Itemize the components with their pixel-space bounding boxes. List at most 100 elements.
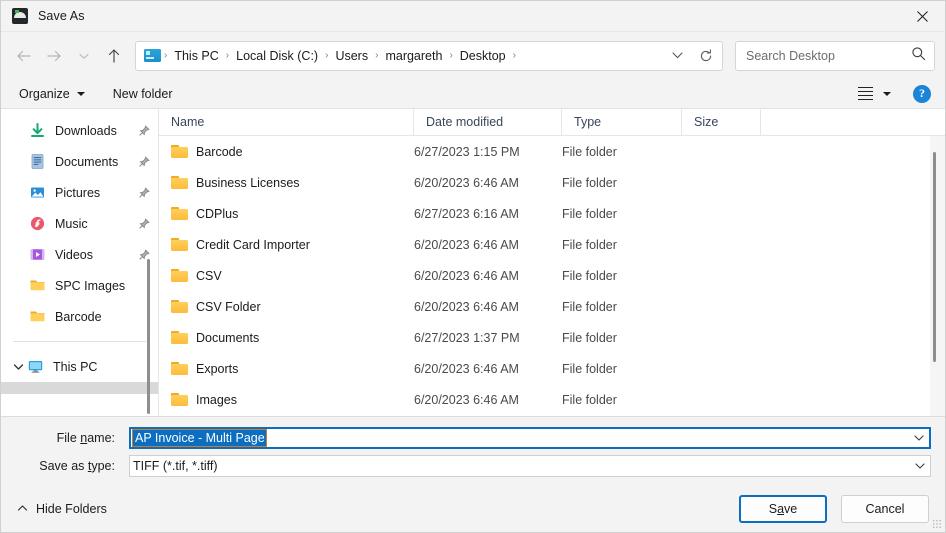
save-as-dialog: Save As › This PC › Local Disk (C:) › Us… <box>0 0 946 533</box>
recent-locations-chevron-down-icon[interactable] <box>69 41 99 71</box>
navigation-sidebar: Downloads Documents Pictures Music Video… <box>1 109 158 416</box>
sidebar-item-downloads[interactable]: Downloads <box>1 115 158 146</box>
file-name-cell: Business Licenses <box>159 175 414 190</box>
save-button[interactable]: Sa ve <box>739 494 827 523</box>
table-row[interactable]: Barcode 6/27/2023 1:15 PM File folder <box>159 136 945 167</box>
table-row[interactable]: CSV Folder 6/20/2023 6:46 AM File folder <box>159 291 945 322</box>
file-name-chevron-down-icon[interactable] <box>909 429 929 447</box>
hide-folders-label: Hide Folders <box>36 501 107 516</box>
sidebar-item-this-pc[interactable]: This PC <box>1 351 158 382</box>
breadcrumb-local-disk[interactable]: Local Disk (C:) <box>230 46 324 66</box>
file-date-cell: 6/27/2023 6:16 AM <box>414 206 519 221</box>
sidebar-item-partial[interactable] <box>1 382 158 394</box>
file-name-cell: Barcode <box>159 144 414 159</box>
sidebar-scrollbar[interactable] <box>147 259 150 414</box>
save-label-post: ve <box>784 501 798 516</box>
folder-icon <box>171 144 188 159</box>
file-list-pane: Name ⌃ Date modified Type Size <box>159 109 945 416</box>
pin-icon[interactable] <box>138 155 150 168</box>
column-header-date-modified[interactable]: Date modified <box>414 109 562 136</box>
column-header-size-label: Size <box>694 115 719 129</box>
resize-grip[interactable] <box>932 519 942 529</box>
new-folder-button[interactable]: New folder <box>107 85 179 103</box>
this-pc-icon <box>144 49 161 62</box>
file-name-label-post: ame: <box>87 431 115 445</box>
file-date-cell: 6/20/2023 6:46 AM <box>414 361 519 376</box>
sidebar-item-pictures[interactable]: Pictures <box>1 177 158 208</box>
file-name-cell: Documents <box>159 330 414 345</box>
table-row[interactable]: Images 6/20/2023 6:46 AM File folder <box>159 384 945 415</box>
table-row[interactable]: Business Licenses 6/20/2023 6:46 AM File… <box>159 167 945 198</box>
breadcrumb-margareth[interactable]: margareth <box>379 46 448 66</box>
sort-ascending-icon: ⌃ <box>286 109 294 115</box>
sidebar-item-label: Barcode <box>55 309 102 324</box>
search-input[interactable]: Search Desktop <box>746 49 911 63</box>
sidebar-item-spc-images[interactable]: SPC Images <box>1 270 158 301</box>
sidebar-divider <box>13 341 146 342</box>
file-name-cell: CSV <box>159 268 414 283</box>
column-header-size[interactable]: Size <box>682 109 761 136</box>
save-label-pre: S <box>768 501 778 516</box>
table-row[interactable]: CSV 6/20/2023 6:46 AM File folder <box>159 260 945 291</box>
sidebar-item-label: Downloads <box>55 123 117 138</box>
forward-arrow-icon[interactable] <box>39 41 69 71</box>
close-icon[interactable] <box>899 1 945 32</box>
column-header-type[interactable]: Type <box>562 109 682 136</box>
chevron-up-icon <box>17 504 28 514</box>
hide-folders-button[interactable]: Hide Folders <box>13 498 111 520</box>
sidebar-item-label: Pictures <box>55 185 101 200</box>
breadcrumb-desktop[interactable]: Desktop <box>454 46 512 66</box>
file-type-cell: File folder <box>562 299 617 314</box>
address-bar[interactable]: › This PC › Local Disk (C:) › Users › ma… <box>135 40 723 71</box>
video-icon <box>29 246 46 263</box>
save-as-type-chevron-down-icon[interactable] <box>910 456 930 476</box>
sidebar-item-videos[interactable]: Videos <box>1 239 158 270</box>
download-icon <box>29 122 46 139</box>
back-arrow-icon[interactable] <box>9 41 39 71</box>
file-name-cell: CSV Folder <box>159 299 414 314</box>
new-folder-label: New folder <box>112 86 173 101</box>
save-as-type-row: Save as type: TIFF (*.tif, *.tiff) <box>15 455 931 477</box>
file-date-cell: 6/20/2023 6:46 AM <box>414 268 519 283</box>
cancel-button[interactable]: Cancel <box>841 494 929 523</box>
folder-icon <box>171 299 188 314</box>
table-row[interactable]: Documents 6/27/2023 1:37 PM File folder <box>159 322 945 353</box>
folder-icon <box>29 277 46 294</box>
scanner-icon <box>12 8 28 24</box>
up-arrow-icon[interactable] <box>99 41 129 71</box>
sidebar-item-barcode[interactable]: Barcode <box>1 301 158 332</box>
music-icon <box>29 215 46 232</box>
file-name-value[interactable]: AP Invoice - Multi Page <box>132 429 267 447</box>
address-chevron-down-icon[interactable] <box>664 42 690 70</box>
help-icon[interactable]: ? <box>913 84 931 103</box>
file-name-label: CDPlus <box>196 206 239 221</box>
table-row[interactable]: CDPlus 6/27/2023 6:16 AM File folder <box>159 198 945 229</box>
save-as-type-label-post: ype: <box>91 459 115 473</box>
organize-button[interactable]: Organize <box>13 85 91 103</box>
chevron-down-icon[interactable] <box>9 363 27 371</box>
breadcrumb-users[interactable]: Users <box>329 46 374 66</box>
file-type-cell: File folder <box>562 144 617 159</box>
sidebar-item-label: Documents <box>55 154 119 169</box>
column-header-filler <box>761 109 945 136</box>
file-name-label: Credit Card Importer <box>196 237 310 252</box>
column-header-date-label: Date modified <box>426 115 504 129</box>
save-as-type-select[interactable]: TIFF (*.tif, *.tiff) <box>129 455 931 477</box>
sidebar-item-documents[interactable]: Documents <box>1 146 158 177</box>
file-list-scrollbar-thumb[interactable] <box>933 152 936 362</box>
view-options-button[interactable] <box>854 85 895 103</box>
refresh-icon[interactable] <box>690 42 722 70</box>
folder-icon <box>171 361 188 376</box>
search-box[interactable]: Search Desktop <box>735 40 935 71</box>
breadcrumb-separator: › <box>512 50 516 61</box>
column-header-name[interactable]: Name ⌃ <box>159 109 414 136</box>
pin-icon[interactable] <box>138 217 150 230</box>
pin-icon[interactable] <box>138 124 150 137</box>
folder-icon <box>171 330 188 345</box>
table-row[interactable]: Credit Card Importer 6/20/2023 6:46 AM F… <box>159 229 945 260</box>
file-name-input[interactable]: AP Invoice - Multi Page <box>129 427 931 449</box>
breadcrumb-this-pc[interactable]: This PC <box>168 46 224 66</box>
table-row[interactable]: Exports 6/20/2023 6:46 AM File folder <box>159 353 945 384</box>
sidebar-item-music[interactable]: Music <box>1 208 158 239</box>
pin-icon[interactable] <box>138 186 150 199</box>
